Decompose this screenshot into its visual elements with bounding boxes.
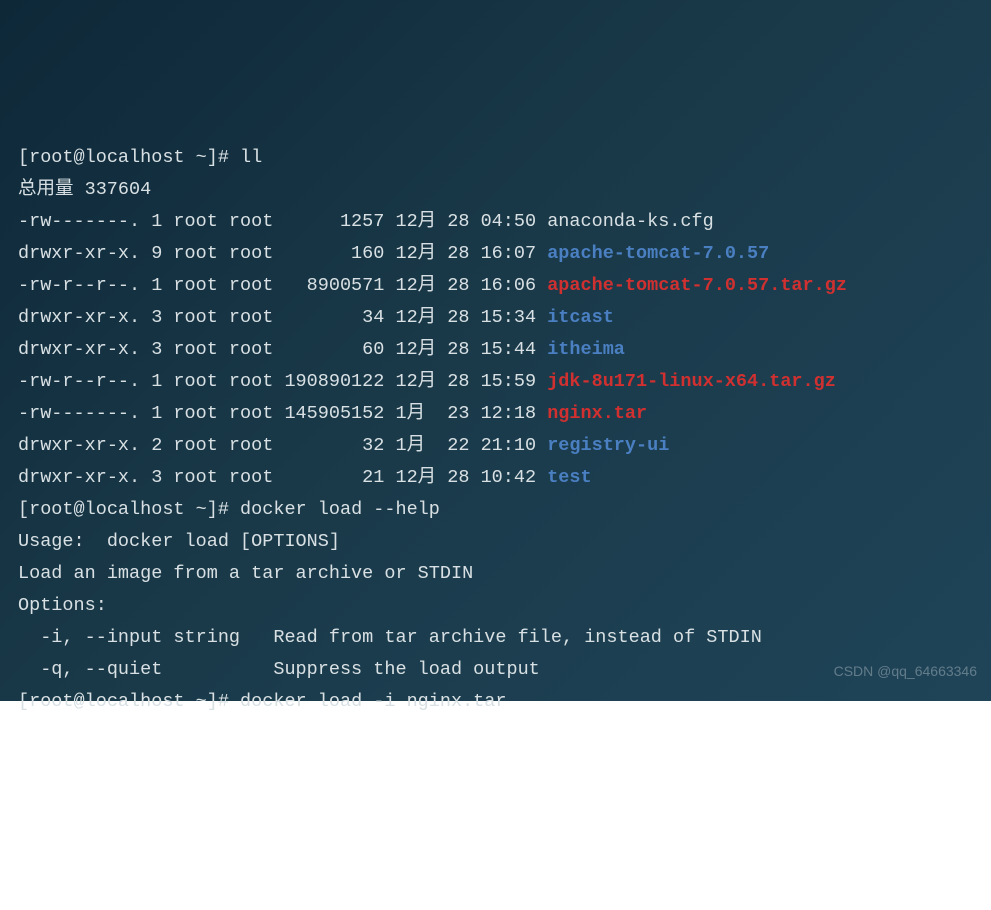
command: docker load -i nginx.tar — [240, 691, 506, 712]
file-row: drwxr-xr-x. 3 root root 60 12月 28 15:44 … — [18, 334, 973, 366]
file-name: apache-tomcat-7.0.57 — [547, 243, 769, 264]
file-name: itheima — [547, 339, 625, 360]
file-name: test — [547, 467, 591, 488]
watermark: CSDN @qq_64663346 — [834, 655, 977, 687]
file-row: -rw-r--r--. 1 root root 8900571 12月 28 1… — [18, 270, 973, 302]
file-name: jdk-8u171-linux-x64.tar.gz — [547, 371, 836, 392]
file-row: drwxr-xr-x. 9 root root 160 12月 28 16:07… — [18, 238, 973, 270]
file-name: anaconda-ks.cfg — [547, 211, 714, 232]
option-line: -i, --input string Read from tar archive… — [18, 622, 973, 654]
file-name: registry-ui — [547, 435, 669, 456]
cmd-line-2: [root@localhost ~]# docker load --help — [18, 494, 973, 526]
usage-line: Usage: docker load [OPTIONS] — [18, 526, 973, 558]
command: ll — [240, 147, 262, 168]
prompt: [root@localhost ~]# — [18, 691, 240, 712]
file-name: nginx.tar — [547, 403, 647, 424]
command: docker load --help — [240, 499, 440, 520]
prompt: [root@localhost ~]# — [18, 147, 240, 168]
file-row: drwxr-xr-x. 2 root root 32 1月 22 21:10 r… — [18, 430, 973, 462]
prompt: [root@localhost ~]# — [18, 499, 240, 520]
file-row: drwxr-xr-x. 3 root root 34 12月 28 15:34 … — [18, 302, 973, 334]
file-name: apache-tomcat-7.0.57.tar.gz — [547, 275, 847, 296]
cmd-line-1: [root@localhost ~]# ll — [18, 142, 973, 174]
file-row: -rw-r--r--. 1 root root 190890122 12月 28… — [18, 366, 973, 398]
terminal-output[interactable]: [root@localhost ~]# ll总用量 337604-rw-----… — [18, 142, 973, 718]
cmd-line-3: [root@localhost ~]# docker load -i nginx… — [18, 686, 973, 718]
options-header: Options: — [18, 590, 973, 622]
total-line: 总用量 337604 — [18, 174, 973, 206]
file-row: drwxr-xr-x. 3 root root 21 12月 28 10:42 … — [18, 462, 973, 494]
file-row: -rw-------. 1 root root 1257 12月 28 04:5… — [18, 206, 973, 238]
option-line: -q, --quiet Suppress the load output — [18, 654, 973, 686]
file-row: -rw-------. 1 root root 145905152 1月 23 … — [18, 398, 973, 430]
description-line: Load an image from a tar archive or STDI… — [18, 558, 973, 590]
file-name: itcast — [547, 307, 614, 328]
